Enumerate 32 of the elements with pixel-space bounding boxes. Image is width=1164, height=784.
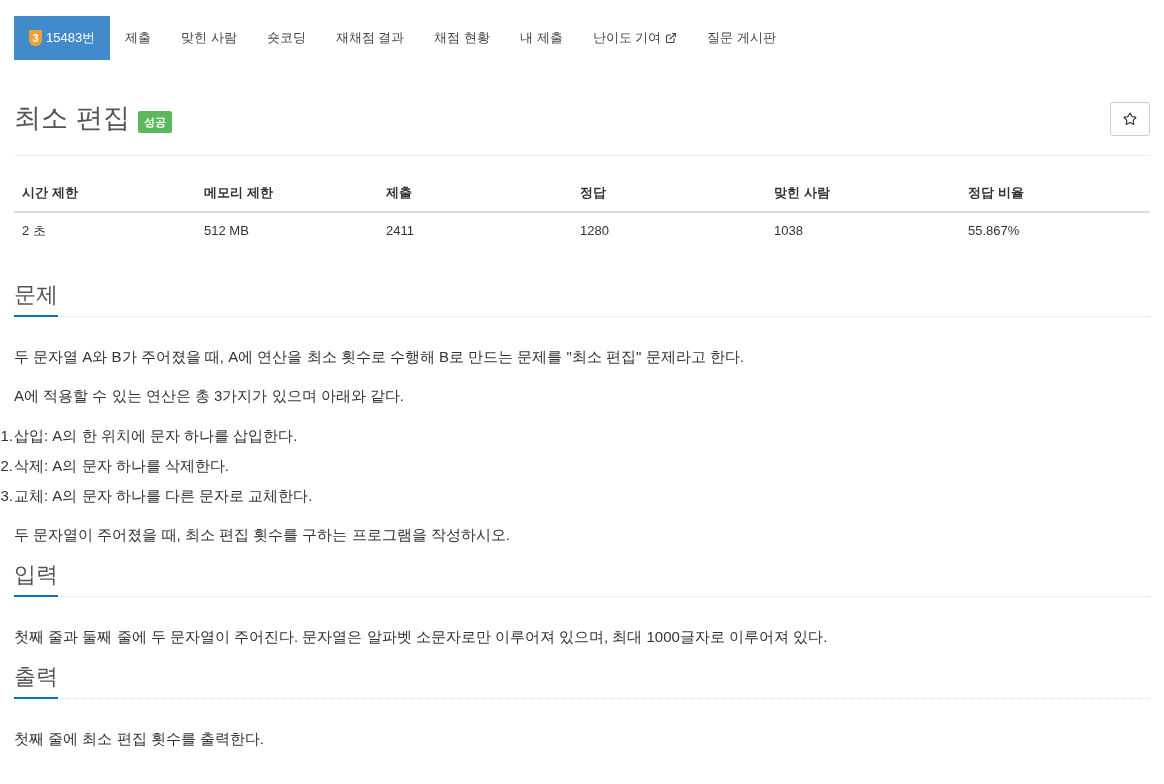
paragraph: A에 적용할 수 있는 연산은 총 3가지가 있으며 아래와 같다. <box>14 386 406 406</box>
list-number: 2. <box>0 456 13 476</box>
paragraph: 두 문자열 A와 B가 주어졌을 때, A에 연산을 최소 횟수로 수행해 B로 만드는 문제를 "최소 편집" 문제라고 한다. <box>14 347 745 367</box>
paragraph: 첫째 줄과 둘째 줄에 두 문자열이 주어진다. 문자열은 알파벳 소문자로만 이루어져 있으며, 최대 1000글자로 이루어져 있다. <box>14 627 829 647</box>
table-cell-text: 2 초 <box>21 222 47 240</box>
tier-badge: 3 <box>29 30 42 46</box>
section-heading: 문제 <box>14 280 58 317</box>
section-heading: 출력 <box>14 662 58 699</box>
problem-title: 최소 편집 <box>14 102 130 135</box>
paragraph: 두 문자열이 주어졌을 때, 최소 편집 횟수를 구하는 프로그램을 작성하시오. <box>14 525 511 545</box>
table-cell-text: 1038 <box>773 222 804 240</box>
favorite-button[interactable] <box>1110 102 1150 136</box>
section-heading: 입력 <box>14 560 58 597</box>
list-number: 3. <box>0 486 13 506</box>
column-header: 시간 제한 <box>14 175 196 213</box>
column-header: 제출 <box>378 175 572 213</box>
list-number: 1. <box>0 426 13 446</box>
column-header: 맞힌 사람 <box>766 175 960 213</box>
column-header: 메모리 제한 <box>196 175 378 213</box>
table-cell-text: 512 MB <box>203 222 250 240</box>
list-item-text: 교체: A의 문자 하나를 다른 문자로 교체한다. <box>14 486 313 506</box>
paragraph: 첫째 줄에 최소 편집 횟수를 출력한다. <box>14 729 265 749</box>
table-cell-text: 55.867% <box>967 222 1021 240</box>
list-item-text: 삭제: A의 문자 하나를 삭제한다. <box>14 456 229 476</box>
column-header: 정답 <box>572 175 766 213</box>
column-header: 정답 비율 <box>960 175 1150 213</box>
table-cell-text: 2411 <box>385 222 415 240</box>
result-badge: 성공 <box>137 111 172 133</box>
nav-tab[interactable]: 3 15483번 <box>14 16 111 60</box>
table-cell-text: 1280 <box>579 222 610 240</box>
star-icon <box>1123 112 1137 126</box>
list-item-text: 삽입: A의 한 위치에 문자 하나를 삽입한다. <box>14 426 298 446</box>
